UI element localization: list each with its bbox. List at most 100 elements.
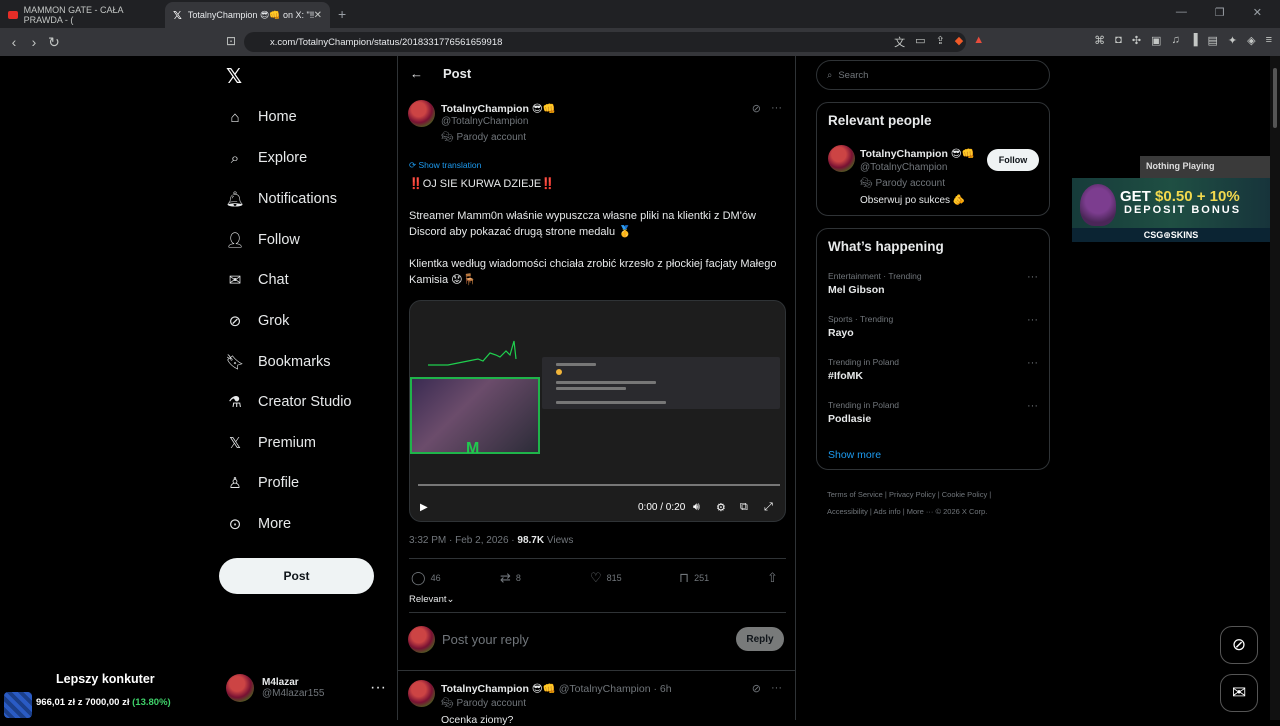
avatar[interactable] [828,145,855,172]
x-logo-icon[interactable]: 𝕏 [226,64,242,89]
settings-icon[interactable]: ⚙ [716,501,726,514]
more-icon[interactable]: ··· [1027,400,1038,412]
extension-icon[interactable]: ◘ [1115,34,1122,50]
divider [409,558,786,559]
cast-icon[interactable]: ▭ [915,34,925,50]
footer-links[interactable]: Terms of Service | Privacy Policy | Cook… [827,486,1027,520]
avatar[interactable] [408,680,435,707]
extension-icon[interactable]: ⌘ [1094,34,1105,50]
grok-float-button[interactable]: ⊘ [1220,626,1258,664]
more-icon[interactable]: ··· [1027,357,1038,369]
trend-item[interactable]: Trending in Poland #IfoMK ··· [828,357,1040,382]
translate-icon[interactable]: 文 [894,34,905,50]
parody-label: 🎭︎ Parody account [860,178,945,189]
close-icon[interactable]: ✕ [314,10,322,21]
post-button[interactable]: Post [219,558,374,594]
author-name[interactable]: TotalnyChampion 😎👊 [441,102,556,115]
reply-actions: ⊘ ··· [752,682,782,695]
nav-profile[interactable]: ♙ Profile [226,474,299,492]
grok-icon[interactable]: ⊘ [752,682,761,695]
person-handle[interactable]: @TotalnyChampion [860,162,947,173]
sidebar-icon[interactable]: ▐ [1190,34,1198,50]
home-icon: ⌂ [230,108,240,126]
bookmark-page-icon[interactable]: ⊡ [226,34,236,48]
nav-premium[interactable]: 𝕏 Premium [226,434,316,452]
pip-icon[interactable]: ⧉ [740,501,748,514]
play-icon[interactable]: ▶ [420,502,428,513]
trend-item[interactable]: Entertainment · Trending Mel Gibson ··· [828,271,1040,296]
more-icon[interactable]: ··· [771,102,782,115]
music-icon[interactable]: ♫ [1171,34,1179,50]
video-player[interactable]: M ▶ 0:00 / 0:20 🔊︎ ⚙ ⧉ ⤢ [409,300,786,522]
nav-notifications[interactable]: 🔔︎ Notifications [225,190,337,208]
wallet-icon[interactable]: ▤ [1207,34,1217,50]
share-action[interactable]: ⇧ [767,570,778,586]
back-arrow-icon[interactable]: ← [410,66,423,81]
nav-chat[interactable]: ✉ Chat [226,271,289,289]
nav-bookmarks[interactable]: 🔖︎ Bookmarks [225,353,330,371]
messages-float-button[interactable]: ✉ [1220,674,1258,712]
share-icon[interactable]: ⇪ [936,34,945,50]
whats-happening-card: What’s happening Entertainment · Trendin… [816,228,1050,470]
close-window-button[interactable]: ✕ [1253,6,1262,19]
forward-button[interactable]: › [24,34,44,50]
author-handle[interactable]: @TotalnyChampion [441,116,528,127]
minimize-button[interactable]: — [1176,6,1187,19]
show-translation-link[interactable]: ⟳ Show translation [409,160,481,171]
discord-chat-screenshot [542,357,780,409]
avatar[interactable] [408,100,435,127]
fullscreen-icon[interactable]: ⤢ [764,501,773,514]
rewards-icon[interactable]: ▲ [973,34,984,50]
person-name[interactable]: TotalnyChampion 😎👊 [860,147,975,160]
volume-icon[interactable]: 🔊︎ [693,501,700,514]
translate-icon: ⟳ [409,160,417,170]
bookmark-action[interactable]: ⊓ 251 [679,570,709,586]
vpn-icon[interactable]: ◈ [1247,34,1255,50]
trend-item[interactable]: Sports · Trending Rayo ··· [828,314,1040,339]
menu-icon[interactable]: ≡ [1266,34,1272,50]
trend-item[interactable]: Trending in Poland Podlasie ··· [828,400,1040,425]
reply-button[interactable]: Reply [736,627,784,651]
page-scrollbar[interactable] [1270,56,1280,720]
url-field[interactable]: x.com/TotalnyChampion/status/20183317765… [244,32,966,52]
reply-action[interactable]: ◯ 46 [411,570,441,586]
nav-home[interactable]: ⌂ Home [226,108,296,126]
nav-creator-studio[interactable]: ⚗ Creator Studio [226,393,351,411]
grok-icon: ⊘ [1231,635,1247,654]
browser-tab-x[interactable]: 𝕏 TotalnyChampion 😎👊 on X: "‼ ✕ [165,2,330,28]
post-text: ‼️OJ SIE KURWA DZIEJE‼️ Streamer Mamm0n … [409,178,777,286]
leo-icon[interactable]: ✦ [1228,34,1237,50]
account-switcher[interactable]: M4lazar @M4lazar155 ··· [226,674,386,702]
new-tab-button[interactable]: + [338,6,346,22]
maximize-button[interactable]: ❐ [1215,6,1225,19]
video-progress-bar[interactable] [418,484,780,486]
scrollbar-thumb[interactable] [1273,68,1277,128]
window-controls: — ❐ ✕ [1158,0,1280,25]
nav-follow[interactable]: 👤︎ Follow [225,231,299,249]
browser-tab-youtube[interactable]: MAMMON GATE - CAŁA PRAWDA - ( [0,2,165,28]
grok-icon[interactable]: ⊘ [752,102,761,115]
more-icon[interactable]: ··· [1027,271,1038,283]
ad-banner[interactable]: GET $0.50 + 10% DEPOSIT BONUS CSG⊕SKINS [1072,178,1270,242]
post-meta: 3:32 PM · Feb 2, 2026 · 98.7K Views [409,535,574,546]
search-input[interactable]: ⌕ Search [816,60,1050,90]
reload-button[interactable]: ↻ [44,34,64,51]
show-more-link[interactable]: Show more [828,449,881,461]
repost-action[interactable]: ⇄ 8 [500,570,521,586]
sort-dropdown[interactable]: Relevant⌄ [409,594,454,605]
heart-icon: ♡ [590,570,602,585]
puzzle-icon[interactable]: ✣ [1132,34,1141,50]
more-icon[interactable]: ··· [771,682,782,695]
follow-button[interactable]: Follow [987,149,1039,171]
more-icon[interactable]: ··· [1027,314,1038,326]
nav-explore[interactable]: ⌕ Explore [226,149,307,167]
reply-input[interactable]: Post your reply [442,632,529,647]
nav-grok[interactable]: ⊘ Grok [226,312,290,330]
brave-shield-icon[interactable]: ◆ [955,34,963,50]
post-column: ← Post TotalnyChampion 😎👊 @TotalnyChampi… [397,56,796,726]
brand-logo: M [466,440,480,457]
like-action[interactable]: ♡ 815 [590,570,622,586]
back-button[interactable]: ‹ [4,34,24,50]
nav-more[interactable]: ⊙ More [226,515,291,533]
extension-icon[interactable]: ▣ [1151,34,1161,50]
